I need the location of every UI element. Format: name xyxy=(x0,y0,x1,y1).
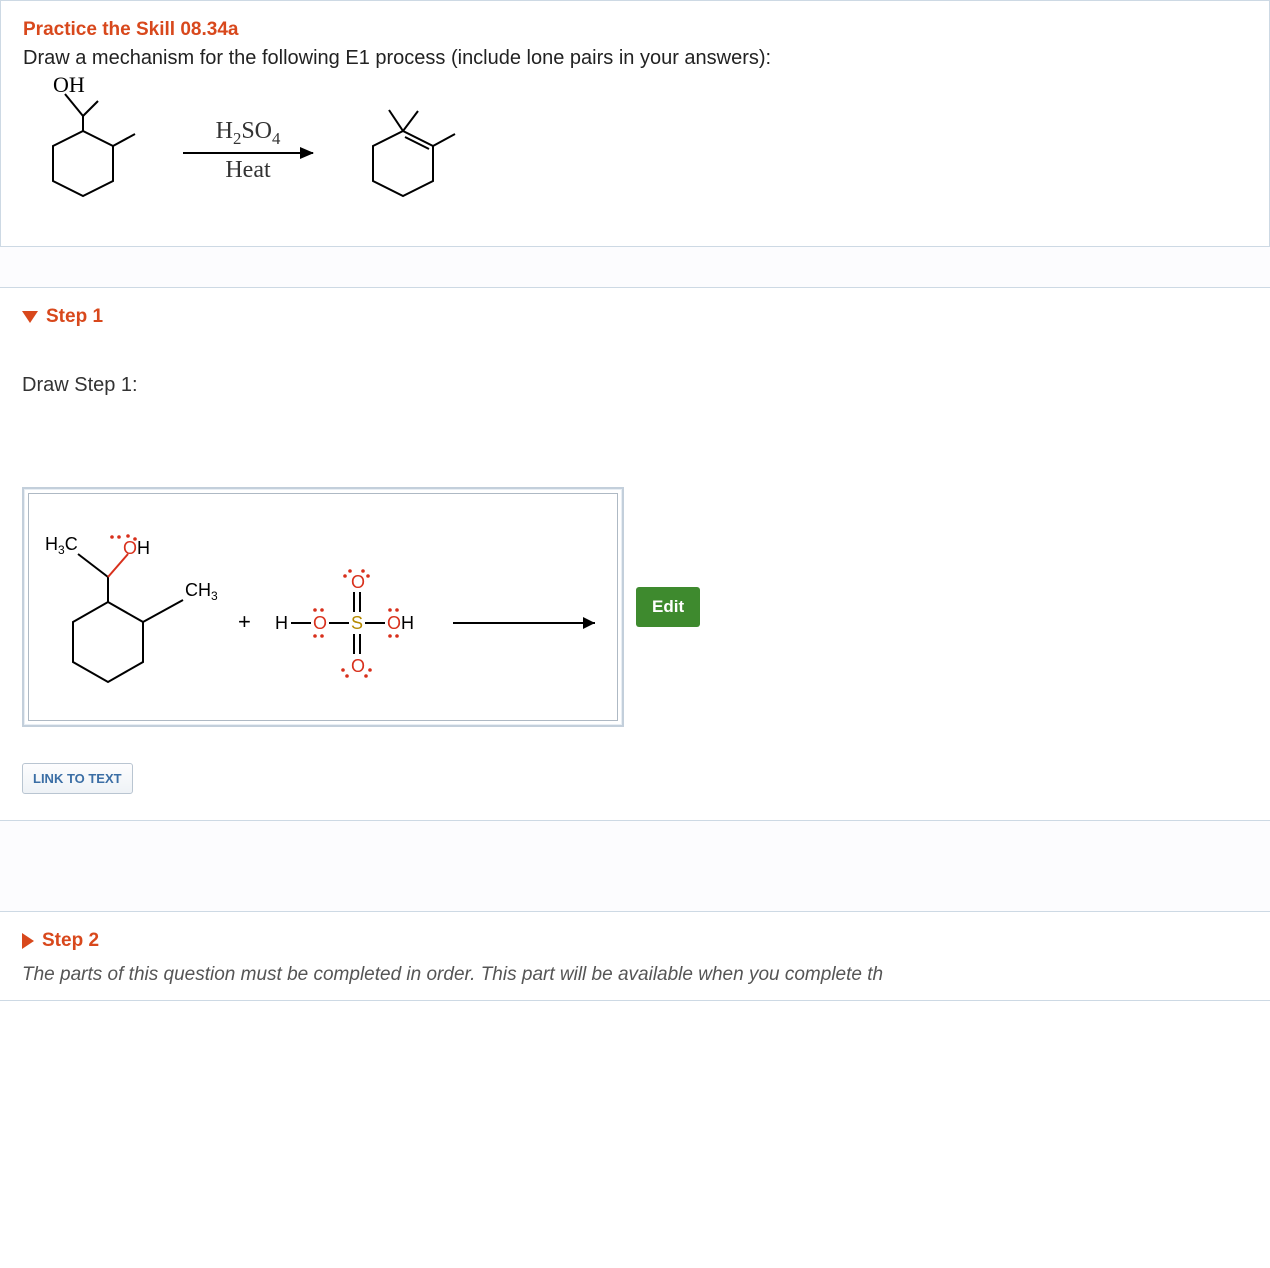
svg-text:H3C: H3C xyxy=(45,534,78,557)
reaction-equation: OH H2SO4 Heat xyxy=(23,70,1247,226)
step1-heading: Step 1 xyxy=(46,306,103,328)
step1-header[interactable]: Step 1 xyxy=(22,306,1248,328)
expand-icon xyxy=(22,933,34,949)
question-prompt: Draw a mechanism for the following E1 pr… xyxy=(23,47,1247,70)
product-structure xyxy=(343,76,473,226)
step1-structure: H3C OH CH3 + H O xyxy=(43,512,603,702)
svg-text:OH: OH xyxy=(123,538,150,558)
step2-locked-message: The parts of this question must be compl… xyxy=(22,964,1248,986)
svg-text:CH3: CH3 xyxy=(185,580,218,603)
svg-text:OH: OH xyxy=(387,613,414,633)
step1-prompt: Draw Step 1: xyxy=(22,374,1248,397)
link-to-text-button[interactable]: LINK TO TEXT xyxy=(22,763,133,794)
collapse-icon xyxy=(22,311,38,323)
svg-text:O: O xyxy=(351,656,365,676)
reagent-arrow: H2SO4 Heat xyxy=(183,118,313,184)
reagent-top: H2SO4 xyxy=(183,118,313,149)
structure-canvas[interactable]: H3C OH CH3 + H O xyxy=(22,487,624,727)
plus-label: + xyxy=(238,609,251,634)
skill-title: Practice the Skill 08.34a xyxy=(23,19,1247,41)
edit-button[interactable]: Edit xyxy=(636,587,700,627)
svg-text:H: H xyxy=(275,613,288,633)
reagent-bottom: Heat xyxy=(183,157,313,184)
svg-text:S: S xyxy=(351,613,363,633)
step2-header[interactable]: Step 2 xyxy=(22,930,1248,952)
oh-label: OH xyxy=(53,76,85,97)
step2-heading: Step 2 xyxy=(42,930,99,952)
svg-text:O: O xyxy=(313,613,327,633)
reactant-structure: OH xyxy=(23,76,153,226)
svg-text:O: O xyxy=(351,572,365,592)
